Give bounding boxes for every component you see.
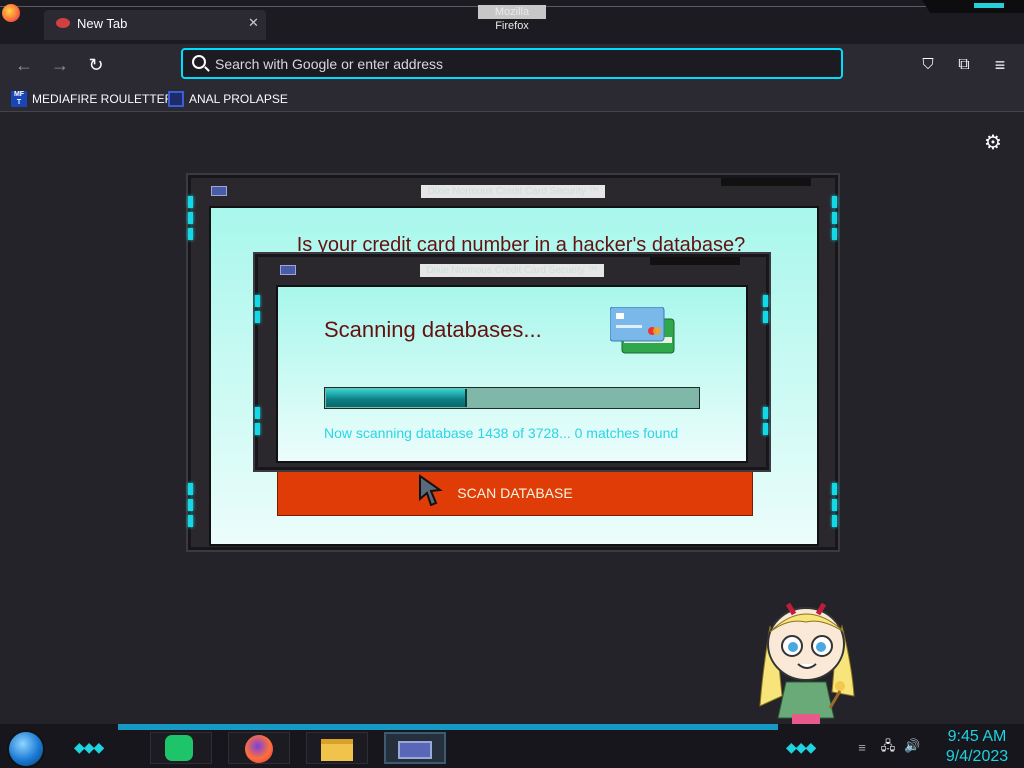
cyan-light [832,228,837,240]
bookmarks-toolbar: MF T MEDIAFIRE ROULETTER ANAL PROLAPSE [0,86,1024,112]
volume-icon[interactable]: 🔊 [904,739,920,753]
firefox-menu-icon[interactable] [2,4,20,22]
notes-app-icon [165,735,193,761]
pocket-icon[interactable]: ⛉ [914,51,942,79]
cyan-light [832,515,837,527]
taskbar-accent-strip [118,724,778,730]
cyan-light [763,407,768,419]
scan-progress-fill [326,389,467,407]
cyan-light [255,295,260,307]
taskbar-app-firefox[interactable] [228,732,290,764]
search-icon [192,55,206,69]
dialog-window-icon [280,265,296,275]
scan-database-button[interactable]: SCAN DATABASE [277,468,753,516]
cyan-light [763,295,768,307]
desktop-character-mascot [759,602,855,724]
new-tab-settings-gear-icon[interactable]: ⚙ [983,133,1003,153]
tab-bar: New Tab ✕ Mozilla Firefox [0,0,1024,44]
cyan-light [255,423,260,435]
taskbar-lights: ◆◆◆ [74,739,104,755]
mediafire-icon: MF T [11,91,27,107]
bookmark-label: ANAL PROLAPSE [189,92,288,106]
forward-arrow-icon[interactable]: → [46,51,74,79]
dialog-content-panel: Scanning databases... Now scanning datab… [276,285,748,463]
back-arrow-icon[interactable]: ← [10,51,38,79]
show-hidden-icons[interactable]: ≡ [854,741,870,755]
cyan-light [188,196,193,208]
clock-time: 9:45 AM [947,728,1007,745]
scan-progress-bar [324,387,700,409]
taskbar: ◆◆◆ ◆◆◆ [0,724,1024,768]
cyan-light [188,483,193,495]
window-control-accent [974,3,1004,8]
network-icon[interactable]: 🖧 [880,739,896,753]
cyan-light [763,423,768,435]
taskbar-app-security[interactable] [384,732,446,764]
cyan-light [188,228,193,240]
reload-icon[interactable]: ↻ [82,51,110,79]
cursor-icon [419,474,443,506]
dialog-notch [650,257,740,265]
tab-new-tab[interactable]: New Tab ✕ [44,10,266,40]
credit-cards-icon [610,307,675,354]
taskbar-lights: ◆◆◆ [786,739,816,755]
cyan-light [832,499,837,511]
firefox-icon [245,735,273,763]
window-notch [721,178,811,186]
tab-close-icon[interactable]: ✕ [248,15,259,31]
taskbar-app-file-explorer[interactable] [306,732,368,764]
dialog-title: Dixie Normous Credit Card Security ™ [420,264,604,277]
taskbar-app-notes[interactable] [150,732,212,764]
bookmark-mediafire-rouletter[interactable]: MF T MEDIAFIRE ROULETTER [11,90,173,108]
cyan-light [188,212,193,224]
window-controls[interactable] [922,0,1024,13]
tab-favicon-icon [56,18,70,28]
folder-icon [321,739,353,761]
start-orb-icon[interactable] [7,730,45,768]
hamburger-menu-icon[interactable]: ≡ [986,51,1014,79]
cyan-light [188,515,193,527]
app-window-icon [211,186,227,196]
scan-button-label: SCAN DATABASE [457,485,573,501]
app-window-title: Dixie Normous Credit Card Security ™ [421,185,605,198]
bookmark-page-icon [168,91,184,107]
cyan-light [255,407,260,419]
window-title: Mozilla Firefox [478,5,546,32]
url-input[interactable] [215,53,815,75]
scanning-heading: Scanning databases... [324,317,542,342]
bookmark-anal-prolapse[interactable]: ANAL PROLAPSE [168,90,288,108]
scan-status-text: Now scanning database 1438 of 3728... 0 … [324,425,679,441]
tab-title: New Tab [77,16,128,31]
cyan-light [832,196,837,208]
cyan-light [188,499,193,511]
address-bar[interactable] [181,48,843,79]
cyan-light [255,311,260,323]
navigation-toolbar: ← → ↻ ⛉ ⧉ ≡ [0,44,1024,86]
extensions-puzzle-icon[interactable]: ⧉ [950,51,978,79]
cyan-light [763,311,768,323]
cyan-light [832,483,837,495]
system-clock[interactable]: 9:45 AM 9/4/2023 [932,727,1022,767]
scanning-dialog: Dixie Normous Credit Card Security ™ Sca… [255,254,769,470]
cyan-light [832,212,837,224]
bookmark-label: MEDIAFIRE ROULETTER [32,92,174,106]
security-app-icon [398,741,432,759]
clock-date: 9/4/2023 [945,748,1009,765]
